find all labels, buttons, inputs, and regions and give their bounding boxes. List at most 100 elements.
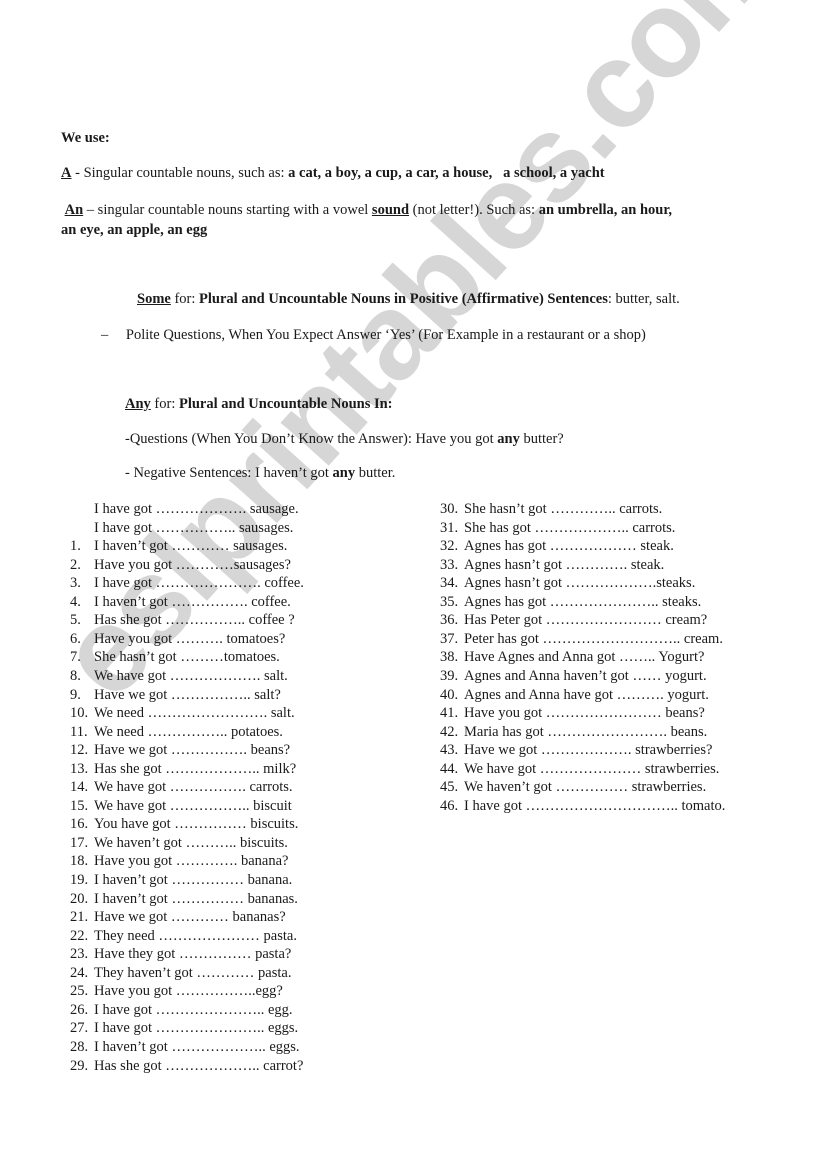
exercise-sentence: I have got …………………. coffee. xyxy=(94,575,304,592)
exercise-item: 30. She hasn’t got ………….. carrots. xyxy=(440,500,662,519)
exercise-sentence: They haven’t got ………… pasta. xyxy=(94,964,292,981)
exercise-sentence: Have you got ………. tomatoes? xyxy=(94,630,286,647)
exercise-number: 5. xyxy=(70,612,81,629)
any-emphasis: any xyxy=(332,465,356,481)
exercise-sentence: We have got ………………… strawberries. xyxy=(464,760,720,777)
exercise-number: 17. xyxy=(70,834,89,851)
exercise-item: 37. Peter has got ……………………….. cream. xyxy=(440,630,723,649)
polite-questions-text: Polite Questions, When You Expect Answer… xyxy=(125,327,646,343)
exercise-number: 46. xyxy=(440,797,459,814)
exercise-number: 35. xyxy=(440,593,459,610)
some-rule-label: Some xyxy=(137,291,171,307)
exercise-item: 1. I haven’t got ………… sausages. xyxy=(70,537,287,556)
exercise-sentence: Have we got …………….. salt? xyxy=(94,686,281,703)
any-questions-tail: butter? xyxy=(519,431,564,447)
exercise-number: 29. xyxy=(70,1057,89,1074)
an-rule-emphasis: sound xyxy=(371,202,410,218)
exercise-item: 38. Have Agnes and Anna got …….. Yogurt? xyxy=(440,648,704,667)
exercise-sentence: I haven’t got …………… bananas. xyxy=(94,890,298,907)
exercise-item: 5. Has she got …………….. coffee ? xyxy=(70,611,295,630)
some-rule-polite: – Polite Questions, When You Expect Answ… xyxy=(101,327,646,344)
exercise-sentence: Have Agnes and Anna got …….. Yogurt? xyxy=(464,649,705,666)
exercise-number: 30. xyxy=(440,501,459,517)
exercise-item: 26. I have got ………………….. egg. xyxy=(70,1001,293,1020)
exercise-number: 28. xyxy=(70,1038,89,1055)
exercise-item: 16. You have got …………… biscuits. xyxy=(70,815,298,834)
any-questions-text: -Questions (When You Don’t Know the Answ… xyxy=(125,431,498,447)
exercise-item: 40. Agnes and Anna have got ………. yogurt. xyxy=(440,686,709,705)
exercise-item: 35. Agnes has got ………………….. steaks. xyxy=(440,593,701,612)
exercise-number: 34. xyxy=(440,575,459,592)
exercise-item: 43. Have we got ………………. strawberries? xyxy=(440,741,712,760)
exercise-number: 14. xyxy=(70,779,89,796)
exercise-item: 15. We have got …………….. biscuit xyxy=(70,797,292,816)
exercise-number: 43. xyxy=(440,742,459,759)
exercise-sentence: They need ………………… pasta. xyxy=(94,927,297,944)
exercise-sentence: I have got ………………. sausage. xyxy=(94,501,299,517)
exercise-number: 10. xyxy=(70,705,89,722)
exercise-number: 2. xyxy=(70,556,81,573)
exercise-sentence: Have you got …………. banana? xyxy=(94,853,289,870)
exercise-item: I have got ………………. sausage. xyxy=(70,500,299,519)
exercise-sentence: Agnes hasn’t got ……………….steaks. xyxy=(464,575,696,592)
exercise-item: 44. We have got ………………… strawberries. xyxy=(440,760,719,779)
exercise-number: 45. xyxy=(440,779,459,796)
exercise-item: 12. Have we got ……………. beans? xyxy=(70,741,290,760)
an-rule: An – singular countable nouns starting w… xyxy=(61,202,672,219)
exercise-number: 38. xyxy=(440,649,459,666)
exercise-sentence: Agnes and Anna haven’t got …… yogurt. xyxy=(464,667,707,684)
exercise-item: 18. Have you got …………. banana? xyxy=(70,852,289,871)
exercise-item: 8. We have got ………………. salt. xyxy=(70,667,288,686)
some-rule-tail: : butter, salt. xyxy=(607,291,680,307)
exercise-item: I have got …………….. sausages. xyxy=(70,519,293,538)
any-rule-bold: Plural and Uncountable Nouns In: xyxy=(178,396,393,412)
exercise-number: 3. xyxy=(70,575,81,592)
any-negative-text: - Negative Sentences: I haven’t got xyxy=(125,465,333,481)
exercise-item: 34. Agnes hasn’t got ……………….steaks. xyxy=(440,574,695,593)
exercise-sentence: Have we got ………………. strawberries? xyxy=(464,742,713,759)
any-emphasis: any xyxy=(497,431,520,447)
exercise-item: 17. We haven’t got ……….. biscuits. xyxy=(70,834,288,853)
a-rule: A - Singular countable nouns, such as: a… xyxy=(61,165,605,182)
exercise-number: 20. xyxy=(70,890,89,907)
exercise-number: 27. xyxy=(70,1020,89,1037)
exercise-number: 36. xyxy=(440,612,459,629)
exercise-number: 8. xyxy=(70,667,81,684)
exercise-item: 27. I have got ………………….. eggs. xyxy=(70,1019,298,1038)
any-rule-questions: -Questions (When You Don’t Know the Answ… xyxy=(125,431,564,448)
an-rule-text-2: (not letter!). Such as: xyxy=(409,202,539,218)
exercise-sentence: We haven’t got ……….. biscuits. xyxy=(94,834,288,851)
exercise-number: 22. xyxy=(70,927,89,944)
exercise-item: 11. We need …………….. potatoes. xyxy=(70,723,283,742)
exercise-number: 23. xyxy=(70,946,89,963)
exercise-sentence: We have got ……………. carrots. xyxy=(94,779,293,796)
exercise-item: 2. Have you got …………sausages? xyxy=(70,556,291,575)
exercise-item: 33. Agnes hasn’t got …………. steak. xyxy=(440,556,664,575)
exercise-item: 28. I haven’t got ……………….. eggs. xyxy=(70,1038,300,1057)
exercise-number: 44. xyxy=(440,760,459,777)
exercise-sentence: Has she got …………….. coffee ? xyxy=(94,612,295,629)
any-negative-tail: butter. xyxy=(355,465,396,481)
an-rule-text: – singular countable nouns starting with… xyxy=(83,202,372,218)
exercise-item: 42. Maria has got ……………………. beans. xyxy=(440,723,707,742)
exercise-sentence: Have we got ……………. beans? xyxy=(94,742,291,759)
exercise-sentence: Agnes has got ……………… steak. xyxy=(464,538,674,555)
exercise-item: 6. Have you got ………. tomatoes? xyxy=(70,630,285,649)
exercise-number: 7. xyxy=(70,649,81,666)
exercise-item: 31. She has got ……………….. carrots. xyxy=(440,519,675,538)
exercise-number: 21. xyxy=(70,909,89,926)
exercise-item: 10. We need ……………………. salt. xyxy=(70,704,295,723)
exercise-number: 39. xyxy=(440,667,459,684)
exercise-sentence: She hasn’t got ………tomatoes. xyxy=(94,649,280,666)
exercise-sentence: Have you got …………………… beans? xyxy=(464,705,705,722)
an-rule-label: An xyxy=(64,202,84,218)
exercise-sentence: I haven’t got …………… banana. xyxy=(94,872,293,888)
exercise-sentence: I have got …………….. sausages. xyxy=(94,519,294,536)
a-rule-label: A xyxy=(61,165,72,181)
exercise-item: 25. Have you got ……………..egg? xyxy=(70,982,283,1001)
exercise-sentence: She hasn’t got ………….. carrots. xyxy=(464,501,663,517)
exercise-item: 46. I have got ………………………….. tomato. xyxy=(440,797,725,816)
exercise-sentence: Agnes has got ………………….. steaks. xyxy=(464,593,702,610)
an-rule-line-2: an eye, an apple, an egg xyxy=(61,222,207,239)
exercise-number: 4. xyxy=(70,593,81,610)
